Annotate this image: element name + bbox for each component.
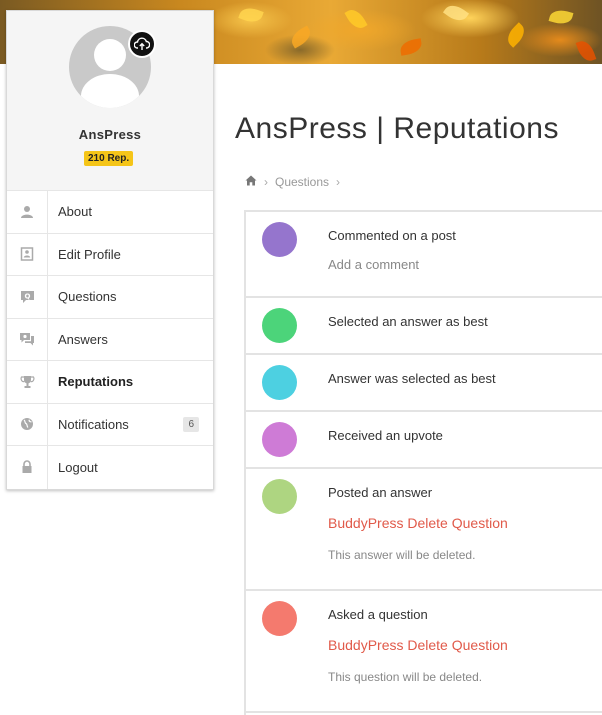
profile-name[interactable]: AnsPress [7,127,213,142]
activity-heading: Commented on a post [328,228,456,243]
menu-label: Questions [58,289,117,305]
activity-note: This question will be deleted. [328,670,483,684]
menu-label: Logout [58,459,98,475]
menu-label: Reputations [58,374,134,390]
menu-item-about[interactable]: About [7,191,213,234]
activity-item: Selected an answer as best [246,298,602,355]
breadcrumb-separator: › [336,175,341,189]
profile-card: AnsPress 210 Rep. About Edit Profile Q Q… [6,10,214,490]
activity-item: Posted an answer BuddyPress Delete Quest… [246,469,602,591]
activity-avatar [262,308,297,343]
reputation-badge: 210 Rep. [84,151,134,166]
activity-avatar [262,422,297,457]
activity-post-link[interactable]: BuddyPress Delete Question [328,515,508,531]
menu-item-notifications[interactable]: Notifications 6 [7,403,213,446]
svg-text:Q: Q [24,292,30,300]
activity-heading: Answer was selected as best [328,371,496,386]
activity-note: This answer will be deleted. [328,548,476,562]
activity-heading: Received an upvote [328,428,443,443]
profile-menu: About Edit Profile Q Questions Answers R… [7,191,213,489]
menu-label: About [58,204,92,220]
menu-item-edit-profile[interactable]: Edit Profile [7,233,213,276]
activity-item: Answer was selected as best [246,355,602,412]
menu-item-logout[interactable]: Logout [7,446,213,489]
question-bubble-icon: Q [7,276,48,318]
activity-heading: Selected an answer as best [328,314,488,329]
answers-bubble-icon [7,318,48,360]
activity-avatar [262,365,297,400]
activity-avatar [262,479,297,514]
activity-item: Commented on a post Add a comment [246,210,602,298]
reputation-activity-list: Commented on a post Add a comment Select… [244,210,602,715]
page: AnsPress 210 Rep. About Edit Profile Q Q… [0,0,602,715]
page-title: AnsPress | Reputations [235,112,559,145]
activity-sub[interactable]: Add a comment [328,257,419,272]
menu-item-reputations[interactable]: Reputations [7,361,213,404]
activity-post-link[interactable]: BuddyPress Delete Question [328,637,508,653]
menu-label: Answers [58,331,108,347]
globe-icon [7,403,48,445]
trophy-icon [7,361,48,403]
menu-item-questions[interactable]: Q Questions [7,276,213,319]
activity-heading: Asked a question [328,607,428,622]
menu-item-answers[interactable]: Answers [7,318,213,361]
breadcrumb-item-questions[interactable]: Questions [275,175,329,189]
upload-avatar-icon[interactable] [128,30,156,58]
activity-avatar [262,222,297,257]
breadcrumb: › Questions › [245,175,347,189]
breadcrumb-separator: › [264,175,268,189]
notification-count-badge: 6 [183,416,199,432]
profile-header: AnsPress 210 Rep. [7,11,213,191]
activity-item: Asked a question BuddyPress Delete Quest… [246,591,602,713]
menu-label: Notifications [58,416,129,432]
activity-avatar [262,601,297,636]
profile-card-icon [7,233,48,275]
home-icon[interactable] [245,175,257,189]
user-icon [7,191,48,233]
activity-item: Received an upvote [246,412,602,469]
menu-label: Edit Profile [58,246,121,262]
lock-icon [7,446,48,489]
activity-heading: Posted an answer [328,485,433,500]
